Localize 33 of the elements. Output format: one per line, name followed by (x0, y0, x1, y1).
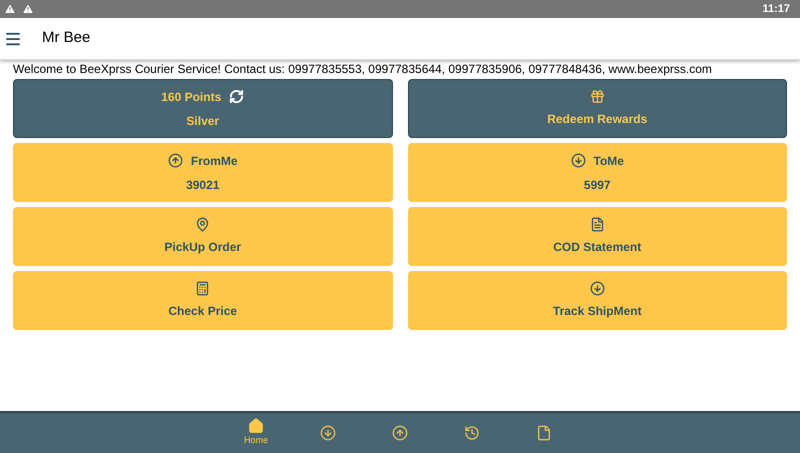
card-title: Check Price (168, 303, 238, 320)
document-icon (590, 217, 605, 232)
card-title: COD Statement (553, 239, 642, 256)
dashboard-card[interactable]: Redeem Rewards (408, 79, 787, 138)
file-icon (536, 425, 552, 441)
card-title: FromMe (190, 152, 238, 170)
dashboard-card[interactable]: ToMe 5997 (408, 143, 787, 202)
warning-icon (4, 3, 16, 15)
warning-icon (22, 3, 34, 15)
card-title: Track ShipMent (552, 303, 642, 320)
clock: 11:17 (762, 2, 791, 17)
card-subtitle: Silver (186, 112, 220, 130)
welcome-text: Welcome to BeeXprss Courier Service! Contact us: 09977835553, 09977835644, 09977835906, 09777848436, www.beexprss.com (13, 62, 713, 77)
card-subtitle: 5997 (584, 176, 611, 194)
dashboard-card[interactable]: COD Statement (408, 207, 787, 266)
card-title: Redeem Rewards (547, 111, 648, 128)
location-pin-icon (195, 217, 210, 232)
dashboard-card[interactable]: PickUp Order (13, 207, 392, 266)
gift-icon (590, 89, 605, 104)
history-icon (464, 425, 480, 441)
home-icon (248, 418, 264, 434)
dashboard-card[interactable]: Track ShipMent (408, 271, 787, 330)
card-title: 160 Points (161, 88, 222, 106)
refresh-icon[interactable] (229, 89, 244, 104)
calculator-icon (195, 281, 210, 296)
card-subtitle: 39021 (186, 176, 220, 194)
app-title: Mr Bee (42, 28, 90, 48)
dashboard-card[interactable]: FromMe 39021 (13, 143, 392, 202)
dashboard-card[interactable]: 160 Points Silver (13, 79, 392, 138)
card-title: PickUp Order (164, 239, 242, 256)
dashboard-card[interactable]: Check Price (13, 271, 392, 330)
nav-item[interactable]: Home (240, 418, 272, 448)
card-title: ToMe (594, 152, 624, 170)
